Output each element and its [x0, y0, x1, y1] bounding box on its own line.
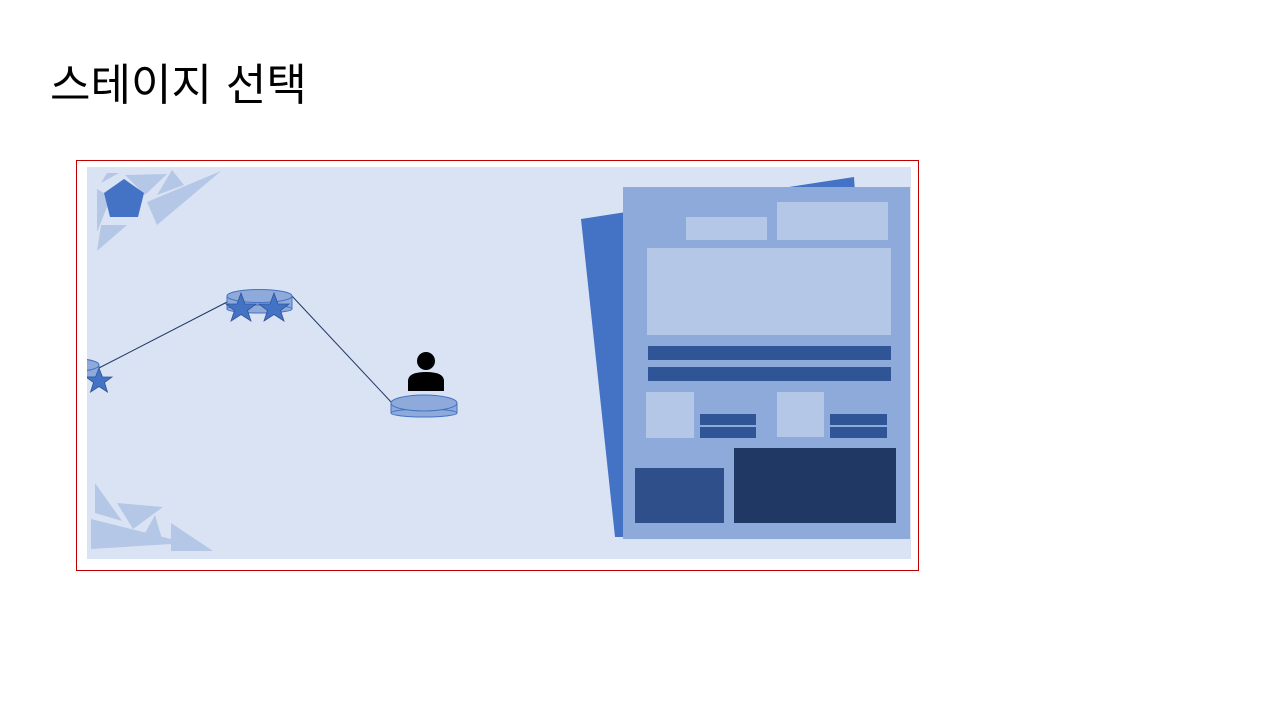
info-bar-2 [648, 367, 891, 381]
back-button[interactable] [635, 468, 724, 523]
stage-select-frame [76, 160, 919, 571]
panel-header-box [777, 202, 888, 240]
panel-header-tab [686, 217, 767, 240]
info-bar-1 [648, 346, 891, 360]
reward-slot-2 [777, 392, 824, 437]
reward-value-2b [830, 427, 887, 438]
stage-map [87, 167, 911, 559]
stage-preview-image [647, 248, 891, 335]
reward-value-1b [700, 427, 756, 438]
reward-slot-1 [646, 392, 694, 438]
page-title: 스테이지 선택 [50, 60, 307, 111]
reward-value-1a [700, 414, 756, 425]
stage-node-3[interactable] [390, 394, 458, 418]
stage-info-panel [581, 177, 910, 539]
reward-value-2a [830, 414, 887, 425]
start-button[interactable] [734, 448, 896, 523]
